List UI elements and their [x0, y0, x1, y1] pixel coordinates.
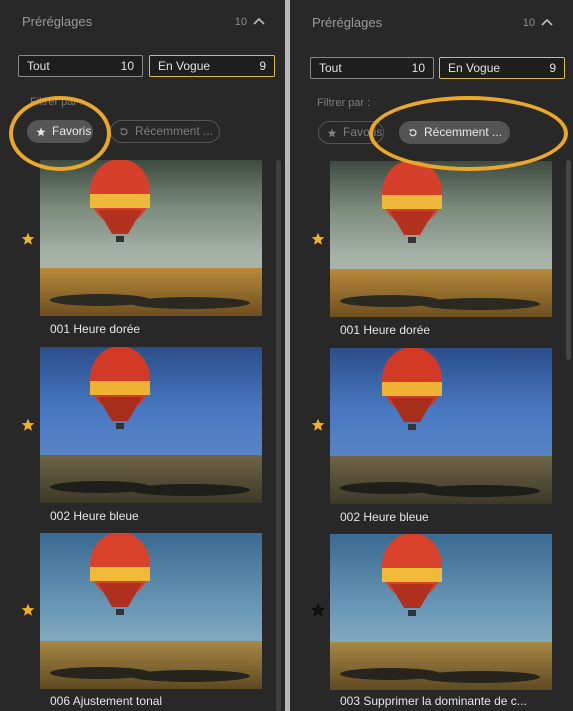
favorite-star-icon[interactable] — [21, 232, 35, 246]
chip-label: Récemment ... — [135, 124, 214, 138]
history-icon — [409, 129, 417, 137]
preset-name: 002 Heure bleue — [340, 510, 429, 524]
filter-label: Filtrer par : — [30, 96, 84, 108]
chip-label: Favoris — [343, 125, 383, 139]
tab-trending[interactable]: En Vogue 9 — [149, 55, 275, 77]
preset-item[interactable]: 002 Heure bleue — [330, 348, 552, 533]
presets-panel-favorites: Préréglages 10 Tout 10 En Vogue 9 Filtre… — [0, 0, 285, 711]
filter-chip-favorites[interactable]: Favoris — [27, 120, 93, 143]
chip-label: Favoris — [52, 124, 92, 138]
favorite-star-icon[interactable] — [311, 418, 325, 432]
filter-chip-recent[interactable]: Récemment ... — [399, 121, 510, 144]
tab-label: Tout — [319, 61, 342, 75]
preset-name: 003 Supprimer la dominante de c... — [340, 694, 527, 708]
tab-count: 9 — [549, 61, 556, 75]
preset-item[interactable]: 002 Heure bleue — [40, 347, 262, 532]
preset-count: 10 — [522, 17, 535, 29]
presets-panel-recent: Préréglages 10 Tout 10 En Vogue 9 Filtre… — [290, 0, 573, 711]
preset-thumbnail — [40, 533, 262, 689]
preset-name: 001 Heure dorée — [340, 323, 431, 337]
preset-thumbnail — [40, 160, 262, 316]
tab-trending[interactable]: En Vogue 9 — [439, 57, 565, 79]
star-icon — [327, 128, 337, 138]
filter-chip-favorites[interactable]: Favoris — [318, 121, 384, 144]
preset-name: 002 Heure bleue — [50, 509, 139, 523]
favorite-star-icon[interactable] — [311, 603, 325, 617]
tab-count: 10 — [411, 61, 425, 75]
panel-header: Préréglages 10 — [290, 15, 573, 35]
favorite-star-icon[interactable] — [311, 232, 325, 246]
scrollbar[interactable] — [566, 160, 571, 360]
panel-title: Préréglages — [22, 14, 93, 29]
chevron-up-icon[interactable] — [537, 12, 557, 32]
preset-thumbnail — [330, 161, 552, 317]
panel-header: Préréglages 10 — [0, 14, 285, 34]
preset-count: 10 — [234, 16, 247, 28]
tab-label: En Vogue — [158, 59, 211, 73]
tab-label: Tout — [27, 59, 50, 73]
tab-label: En Vogue — [448, 61, 501, 75]
preset-thumbnail — [330, 348, 552, 504]
filter-chip-recent[interactable]: Récemment ... — [110, 120, 220, 143]
tab-all[interactable]: Tout 10 — [18, 55, 143, 77]
tab-count: 10 — [120, 59, 134, 73]
star-icon — [36, 127, 46, 137]
favorite-star-icon[interactable] — [21, 418, 35, 432]
chip-label: Récemment ... — [424, 125, 503, 139]
preset-item[interactable]: 001 Heure dorée — [40, 160, 262, 345]
preset-thumbnail — [40, 347, 262, 503]
tab-all[interactable]: Tout 10 — [310, 57, 434, 79]
preset-item[interactable]: 001 Heure dorée — [330, 161, 552, 346]
history-icon — [120, 128, 128, 136]
tab-count: 9 — [259, 59, 266, 73]
favorite-star-icon[interactable] — [21, 603, 35, 617]
preset-name: 006 Ajustement tonal — [50, 694, 163, 708]
preset-item[interactable]: 006 Ajustement tonal — [40, 533, 262, 711]
preset-item[interactable]: 003 Supprimer la dominante de c... — [330, 534, 552, 711]
chevron-up-icon[interactable] — [249, 11, 269, 31]
panel-title: Préréglages — [312, 15, 383, 30]
scrollbar[interactable] — [276, 160, 281, 711]
filter-label: Filtrer par : — [317, 97, 371, 109]
preset-name: 001 Heure dorée — [50, 322, 141, 336]
preset-thumbnail — [330, 534, 552, 690]
